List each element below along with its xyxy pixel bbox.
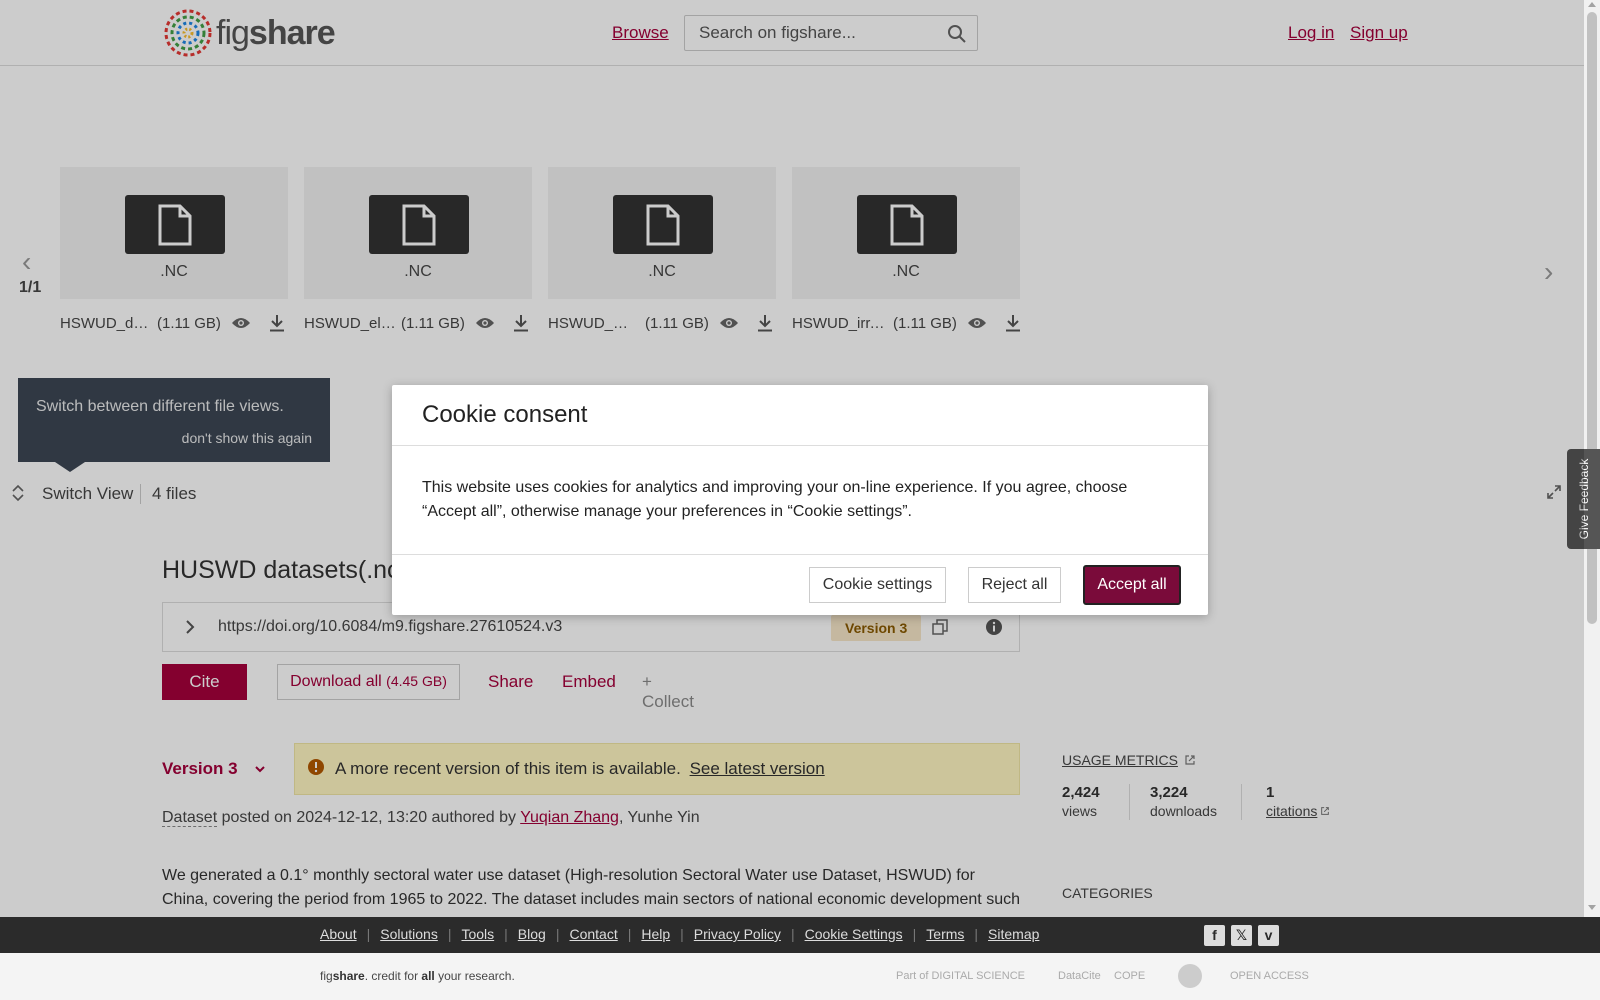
footer-link-privacy-policy[interactable]: Privacy Policy: [694, 926, 781, 942]
separator: |: [680, 926, 684, 942]
footer-link-about[interactable]: About: [320, 926, 357, 942]
footer-link-terms[interactable]: Terms: [926, 926, 964, 942]
tagline-fig: fig: [320, 969, 333, 983]
divider: [392, 445, 1208, 446]
footer-link-contact[interactable]: Contact: [569, 926, 617, 942]
cookie-dialog-body: This website uses cookies for analytics …: [422, 479, 1128, 520]
datacite-logo[interactable]: DataCite: [1058, 970, 1101, 982]
footer-link-cookie-settings[interactable]: Cookie Settings: [805, 926, 903, 942]
tagline-mid: . credit for: [364, 969, 422, 983]
x-icon[interactable]: 𝕏: [1231, 925, 1252, 946]
footer-link-blog[interactable]: Blog: [518, 926, 546, 942]
footer-nav: About | Solutions | Tools | Blog | Contact | …: [0, 917, 1600, 953]
footer-link-help[interactable]: Help: [641, 926, 670, 942]
digital-science-logo[interactable]: Part of DIGITAL SCIENCE: [896, 970, 1025, 982]
footer-bottom: figshare. credit for all your research. …: [0, 953, 1600, 1000]
footer-link-solutions[interactable]: Solutions: [380, 926, 438, 942]
cookie-dialog-title: Cookie consent: [422, 401, 588, 428]
vimeo-icon[interactable]: v: [1258, 925, 1279, 946]
divider: [392, 554, 1208, 555]
separator: |: [790, 926, 795, 942]
scroll-up-arrow[interactable]: [1588, 2, 1596, 7]
separator: |: [974, 926, 979, 942]
tagline-post: your research.: [434, 969, 515, 983]
separator: |: [912, 926, 917, 942]
partner-seal-icon[interactable]: [1178, 964, 1202, 988]
footer-link-sitemap[interactable]: Sitemap: [988, 926, 1039, 942]
facebook-icon[interactable]: f: [1204, 925, 1225, 946]
separator: |: [504, 926, 508, 942]
tagline-brand: share: [332, 969, 365, 983]
footer-tagline: figshare. credit for all your research.: [320, 969, 515, 983]
footer-links: About | Solutions | Tools | Blog | Contact | …: [320, 926, 1039, 942]
open-access-logo[interactable]: OPEN ACCESS: [1230, 970, 1309, 982]
reject-all-button[interactable]: Reject all: [968, 567, 1061, 603]
cope-logo[interactable]: COPE: [1114, 970, 1145, 982]
separator: |: [555, 926, 560, 942]
accept-all-button[interactable]: Accept all: [1083, 565, 1181, 605]
separator: |: [447, 926, 452, 942]
footer-link-tools[interactable]: Tools: [461, 926, 494, 942]
tagline-all: all: [421, 969, 435, 983]
cookie-settings-button[interactable]: Cookie settings: [809, 567, 946, 603]
scroll-down-arrow[interactable]: [1588, 905, 1596, 910]
separator: |: [627, 926, 632, 942]
cookie-consent-dialog: Cookie consent This website uses cookies…: [392, 385, 1208, 615]
separator: |: [366, 926, 371, 942]
